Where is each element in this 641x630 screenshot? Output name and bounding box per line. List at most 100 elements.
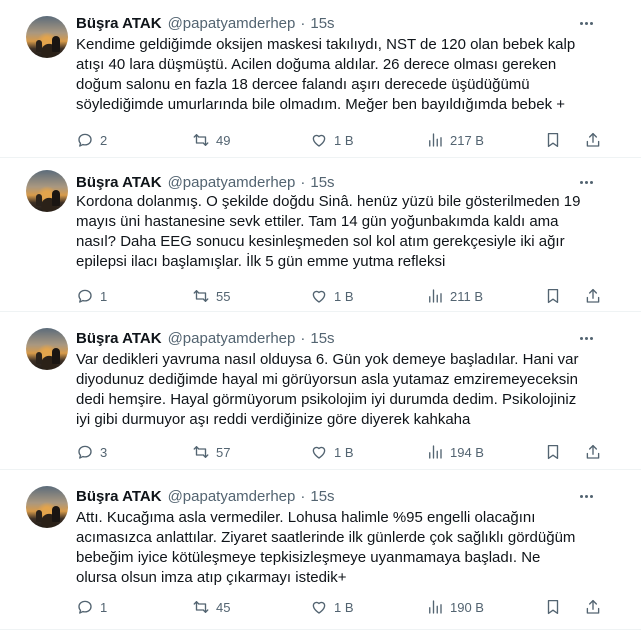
retweet-count: 45: [216, 599, 231, 615]
bookmark-button[interactable]: [544, 442, 562, 462]
more-dots-icon[interactable]: [575, 172, 597, 192]
share-upload-icon: [586, 599, 600, 614]
bookmark-button[interactable]: [544, 286, 562, 306]
like-count: 1 B: [334, 288, 354, 304]
author-handle[interactable]: @papatyamderhep: [168, 330, 296, 347]
author-name[interactable]: Büşra ATAK: [76, 488, 162, 505]
tweet-text: Kordona dolanmış. O şekilde doğdu Sinâ. …: [76, 192, 606, 272]
more-dots-icon[interactable]: [575, 328, 597, 348]
share-button[interactable]: [584, 597, 602, 617]
bookmark-icon: [547, 599, 559, 615]
tweet-header: Büşra ATAK @papatyamderhep · 15s: [76, 172, 335, 192]
speech-bubble-icon: [78, 445, 92, 459]
bookmark-icon: [547, 444, 559, 460]
more-dots-icon[interactable]: [575, 486, 597, 506]
author-name[interactable]: Büşra ATAK: [76, 174, 162, 191]
tweet[interactable]: Büşra ATAK @papatyamderhep · 15s Kendime…: [0, 0, 641, 158]
timestamp[interactable]: 15s: [310, 488, 334, 505]
tweet-text-line: Kordona dolanmış. O şekilde doğdu Sinâ. …: [76, 193, 581, 210]
tweet[interactable]: Büşra ATAK @papatyamderhep · 15s Attı. K…: [0, 470, 641, 630]
author-name[interactable]: Büşra ATAK: [76, 330, 162, 347]
timestamp[interactable]: 15s: [310, 174, 334, 191]
action-bar: 1 45 1 B 190 B: [76, 597, 600, 617]
more-dots-icon[interactable]: [575, 13, 597, 33]
tweet-text: Attı. Kucağıma asla vermediler. Lohusa h…: [76, 508, 606, 588]
views-button[interactable]: 217 B: [426, 130, 484, 150]
retweet-button[interactable]: 49: [192, 130, 230, 150]
tweet-text-line: iyi gibi durmuyor aşı reddi verdiğinize …: [76, 411, 471, 428]
share-button[interactable]: [584, 130, 602, 150]
reply-count: 3: [100, 444, 108, 460]
like-button[interactable]: 1 B: [310, 130, 354, 150]
action-bar: 1 55 1 B 211 B: [76, 286, 600, 306]
avatar[interactable]: [26, 486, 68, 528]
heart-icon: [312, 446, 326, 459]
tweet-text-line: epilepsi ilacı başlamışlar. İlk 5 gün em…: [76, 253, 446, 270]
reply-button[interactable]: 2: [76, 130, 107, 150]
like-button[interactable]: 1 B: [310, 442, 354, 462]
reply-button[interactable]: 3: [76, 442, 107, 462]
tweet-header: Büşra ATAK @papatyamderhep · 15s: [76, 328, 335, 348]
speech-bubble-icon: [78, 289, 92, 303]
view-count: 194 B: [450, 444, 484, 460]
tweet-text-line: diyodunuz dediğimde hayal mi görüyorsun …: [76, 371, 578, 388]
retweet-arrows-icon: [193, 446, 209, 458]
reply-button[interactable]: 1: [76, 286, 107, 306]
timestamp[interactable]: 15s: [310, 15, 334, 32]
like-count: 1 B: [334, 599, 354, 615]
view-count: 217 B: [450, 132, 484, 148]
views-button[interactable]: 194 B: [426, 442, 484, 462]
tweet[interactable]: Büşra ATAK @papatyamderhep · 15s Var ded…: [0, 312, 641, 470]
tweet-text: Var dedikleri yavruma nasıl olduysa 6. G…: [76, 350, 606, 430]
bookmark-icon: [547, 132, 559, 148]
share-button[interactable]: [584, 286, 602, 306]
share-upload-icon: [586, 132, 600, 147]
reply-count: 2: [100, 132, 108, 148]
avatar[interactable]: [26, 170, 68, 212]
view-count: 211 B: [450, 288, 484, 304]
share-button[interactable]: [584, 442, 602, 462]
like-button[interactable]: 1 B: [310, 286, 354, 306]
retweet-arrows-icon: [193, 290, 209, 302]
tweet-text-line: dedi hemşire. Hayal görmüyorum psikoloji…: [76, 391, 577, 408]
retweet-count: 57: [216, 444, 231, 460]
views-button[interactable]: 211 B: [426, 286, 483, 306]
tweet-text-line: Kendime geldiğimde oksijen maskesi takıl…: [76, 36, 576, 53]
retweet-count: 49: [216, 132, 231, 148]
tweet-text-line: Attı. Kucağıma asla vermediler. Lohusa h…: [76, 509, 536, 526]
author-handle[interactable]: @papatyamderhep: [168, 174, 296, 191]
bookmark-icon: [547, 288, 559, 304]
author-name[interactable]: Büşra ATAK: [76, 15, 162, 32]
separator-dot: ·: [300, 14, 306, 32]
retweet-count: 55: [216, 288, 231, 304]
avatar[interactable]: [26, 16, 68, 58]
bar-chart-icon: [429, 445, 442, 459]
tweet[interactable]: Büşra ATAK @papatyamderhep · 15s Kordona…: [0, 158, 641, 312]
tweet-header: Büşra ATAK @papatyamderhep · 15s: [76, 13, 335, 33]
timestamp[interactable]: 15s: [310, 330, 334, 347]
heart-icon: [312, 601, 326, 614]
view-count: 190 B: [450, 599, 484, 615]
tweet-text-line: doğum salonu en fazla 18 dercee falandı …: [76, 76, 530, 93]
retweet-arrows-icon: [193, 134, 209, 146]
retweet-button[interactable]: 55: [192, 286, 230, 306]
like-button[interactable]: 1 B: [310, 597, 354, 617]
tweet-text-line: olursa olsun imza atıp çıkarmayı istedik…: [76, 569, 347, 586]
author-handle[interactable]: @papatyamderhep: [168, 488, 296, 505]
speech-bubble-icon: [78, 600, 92, 614]
tweet-text-line: mayıs üni hastanesine sevk ettiler. Tam …: [76, 213, 559, 230]
retweet-button[interactable]: 45: [192, 597, 230, 617]
tweet-header: Büşra ATAK @papatyamderhep · 15s: [76, 486, 335, 506]
author-handle[interactable]: @papatyamderhep: [168, 15, 296, 32]
action-bar: 2 49 1 B 217 B: [76, 130, 600, 150]
avatar[interactable]: [26, 328, 68, 370]
bookmark-button[interactable]: [544, 597, 562, 617]
views-button[interactable]: 190 B: [426, 597, 484, 617]
tweet-text-line: atışı 40 lara düşmüştü. Acilen doğuma al…: [76, 56, 557, 73]
reply-button[interactable]: 1: [76, 597, 107, 617]
tweet-text-line: Var dedikleri yavruma nasıl olduysa 6. G…: [76, 351, 579, 368]
action-bar: 3 57 1 B 194 B: [76, 442, 600, 462]
bookmark-button[interactable]: [544, 130, 562, 150]
tweet-text-line: acımasızca anlattılar. Ziyaret saatlerin…: [76, 529, 576, 546]
retweet-button[interactable]: 57: [192, 442, 230, 462]
